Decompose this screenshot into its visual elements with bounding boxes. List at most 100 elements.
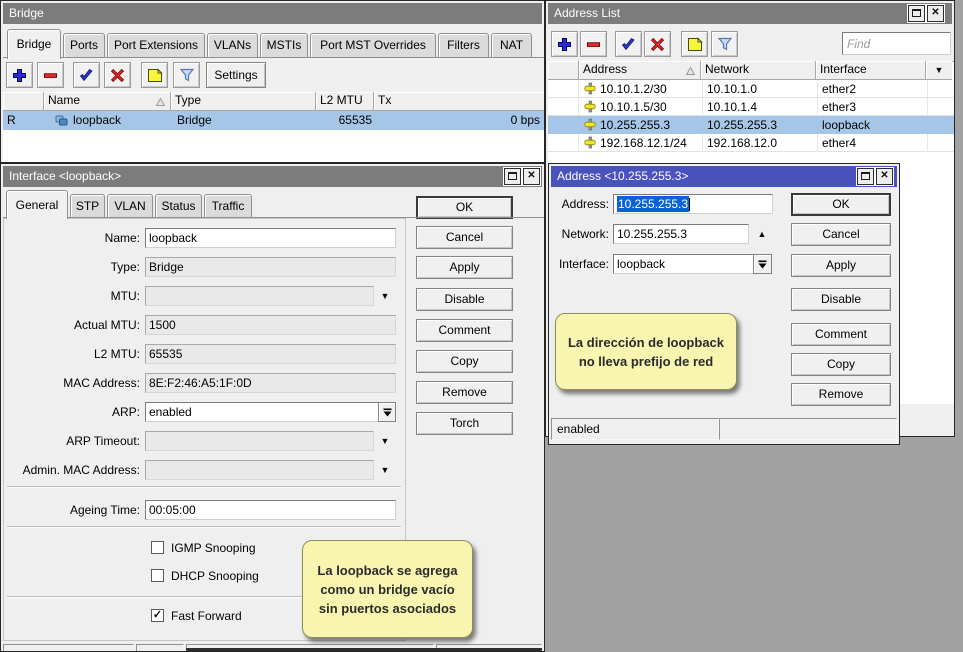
find-input[interactable] bbox=[842, 32, 951, 55]
cancel-button[interactable]: Cancel bbox=[416, 226, 513, 249]
close-button[interactable]: ✕ bbox=[523, 168, 540, 185]
bridge-tabbar: Bridge Ports Port Extensions VLANs MSTIs… bbox=[3, 29, 544, 58]
admin-mac-label: Admin. MAC Address: bbox=[1, 460, 140, 480]
remove-button[interactable]: Remove bbox=[791, 383, 891, 406]
filter-toolbar-button[interactable] bbox=[173, 62, 200, 88]
type-label: Type: bbox=[1, 257, 140, 277]
interface-select[interactable]: loopback bbox=[613, 254, 754, 274]
enable-address-button[interactable] bbox=[615, 31, 642, 57]
interface-dropdown-button[interactable] bbox=[753, 254, 772, 274]
l2-mtu-label: L2 MTU: bbox=[1, 344, 140, 364]
tab-port-extensions[interactable]: Port Extensions bbox=[107, 33, 205, 57]
tab-filters[interactable]: Filters bbox=[438, 33, 489, 57]
tab-nat[interactable]: NAT bbox=[491, 33, 532, 57]
address-row[interactable]: 10.10.1.5/30 10.10.1.4 ether3 bbox=[548, 98, 954, 116]
desktop: Bridge Bridge Ports Port Extensions VLAN… bbox=[0, 0, 963, 652]
column-header-type[interactable]: Type bbox=[171, 92, 316, 111]
torch-button[interactable]: Torch bbox=[416, 412, 513, 435]
add-button[interactable] bbox=[6, 62, 33, 88]
ageing-time-field[interactable]: 00:05:00 bbox=[145, 500, 396, 520]
disable-button[interactable]: Disable bbox=[791, 288, 891, 311]
comment-toolbar-button[interactable] bbox=[141, 62, 168, 88]
disable-toolbar-button[interactable] bbox=[104, 62, 131, 88]
name-field[interactable]: loopback bbox=[145, 228, 396, 248]
address-label: Address: bbox=[549, 194, 609, 214]
apply-button[interactable]: Apply bbox=[416, 256, 513, 279]
dhcp-snooping-checkbox[interactable] bbox=[151, 569, 164, 582]
igmp-snooping-checkbox[interactable] bbox=[151, 541, 164, 554]
close-icon: ✕ bbox=[880, 170, 888, 181]
arp-dropdown-button[interactable] bbox=[378, 402, 396, 422]
apply-button[interactable]: Apply bbox=[791, 254, 891, 277]
column-header-name[interactable]: Name bbox=[44, 92, 171, 111]
column-header-network[interactable]: Network bbox=[701, 61, 816, 80]
tab-status[interactable]: Status bbox=[155, 194, 202, 217]
admin-mac-field[interactable] bbox=[145, 460, 374, 480]
remove-toolbar-button[interactable] bbox=[37, 62, 64, 88]
arp-timeout-field[interactable] bbox=[145, 431, 374, 451]
tab-vlan[interactable]: VLAN bbox=[107, 194, 153, 217]
address-dialog: Address <10.255.255.3> ✕ Address: 10.255… bbox=[548, 163, 900, 445]
tab-bridge[interactable]: Bridge bbox=[7, 29, 61, 59]
tab-stp[interactable]: STP bbox=[70, 194, 105, 217]
comment-button[interactable]: Comment bbox=[416, 319, 513, 342]
interface-dialog-titlebar[interactable]: Interface <loopback> bbox=[3, 166, 542, 187]
tab-vlans[interactable]: VLANs bbox=[207, 33, 258, 57]
fast-forward-checkbox[interactable]: ✓ bbox=[151, 609, 164, 622]
column-header-l2mtu[interactable]: L2 MTU bbox=[316, 92, 374, 111]
settings-button[interactable]: Settings bbox=[206, 62, 266, 88]
cross-icon bbox=[650, 37, 665, 52]
ok-button[interactable]: OK bbox=[416, 196, 513, 219]
maximize-button[interactable] bbox=[504, 168, 521, 185]
comment-button[interactable]: Comment bbox=[791, 323, 891, 346]
selected-text: 10.255.255.3 bbox=[617, 196, 689, 212]
close-button[interactable]: ✕ bbox=[876, 168, 893, 185]
network-field[interactable]: 10.255.255.3 bbox=[613, 224, 749, 244]
address-list-titlebar[interactable]: Address List bbox=[548, 3, 952, 24]
cancel-button[interactable]: Cancel bbox=[791, 223, 891, 246]
arp-timeout-dropdown-icon[interactable]: ▼ bbox=[378, 437, 392, 446]
filter-address-button[interactable] bbox=[711, 31, 738, 57]
network-up-icon[interactable]: ▲ bbox=[755, 230, 769, 239]
add-address-button[interactable] bbox=[551, 31, 578, 57]
bridge-row-loopback[interactable]: R loopback Bridge 65535 0 bps bbox=[3, 111, 544, 130]
address-dialog-titlebar[interactable]: Address <10.255.255.3> bbox=[551, 166, 897, 187]
row-address: 10.10.1.2/30 bbox=[579, 80, 703, 98]
address-row[interactable]: 10.10.1.2/30 10.10.1.0 ether2 bbox=[548, 80, 954, 98]
bridge-titlebar[interactable]: Bridge bbox=[3, 3, 542, 24]
tab-port-mst-overrides[interactable]: Port MST Overrides bbox=[310, 33, 436, 57]
statusbar-cell bbox=[136, 644, 184, 652]
column-selector-button[interactable]: ▼ bbox=[926, 61, 952, 80]
maximize-button[interactable] bbox=[908, 5, 925, 22]
address-field[interactable]: 10.255.255.3 bbox=[613, 194, 773, 214]
column-header-tx[interactable]: Tx bbox=[374, 92, 544, 111]
tab-mstis[interactable]: MSTIs bbox=[260, 33, 308, 57]
copy-button[interactable]: Copy bbox=[416, 350, 513, 373]
cropped-window-edge bbox=[186, 648, 542, 652]
enable-button[interactable] bbox=[73, 62, 100, 88]
mtu-dropdown-icon[interactable]: ▼ bbox=[378, 292, 392, 301]
column-header-flags[interactable] bbox=[3, 92, 44, 111]
remove-button[interactable]: Remove bbox=[416, 381, 513, 404]
mtu-field[interactable] bbox=[145, 286, 374, 306]
arp-select[interactable]: enabled bbox=[145, 402, 379, 422]
close-icon: ✕ bbox=[931, 7, 939, 18]
tab-general[interactable]: General bbox=[6, 190, 68, 219]
address-row-selected[interactable]: 10.255.255.3 10.255.255.3 loopback bbox=[548, 116, 954, 134]
tab-traffic[interactable]: Traffic bbox=[204, 194, 252, 217]
disable-button[interactable]: Disable bbox=[416, 288, 513, 311]
disable-address-button[interactable] bbox=[644, 31, 671, 57]
copy-button[interactable]: Copy bbox=[791, 353, 891, 376]
ok-button[interactable]: OK bbox=[791, 193, 891, 216]
comment-address-button[interactable] bbox=[681, 31, 708, 57]
sort-asc-icon bbox=[156, 98, 165, 106]
column-header-address[interactable]: Address bbox=[579, 61, 701, 80]
maximize-button[interactable] bbox=[857, 168, 874, 185]
tab-ports[interactable]: Ports bbox=[63, 33, 105, 57]
remove-address-button[interactable] bbox=[580, 31, 607, 57]
close-button[interactable]: ✕ bbox=[927, 5, 944, 22]
address-row[interactable]: 192.168.12.1/24 192.168.12.0 ether4 bbox=[548, 134, 954, 152]
column-header-flags[interactable] bbox=[548, 61, 579, 80]
column-header-interface[interactable]: Interface bbox=[816, 61, 926, 80]
admin-mac-dropdown-icon[interactable]: ▼ bbox=[378, 466, 392, 475]
